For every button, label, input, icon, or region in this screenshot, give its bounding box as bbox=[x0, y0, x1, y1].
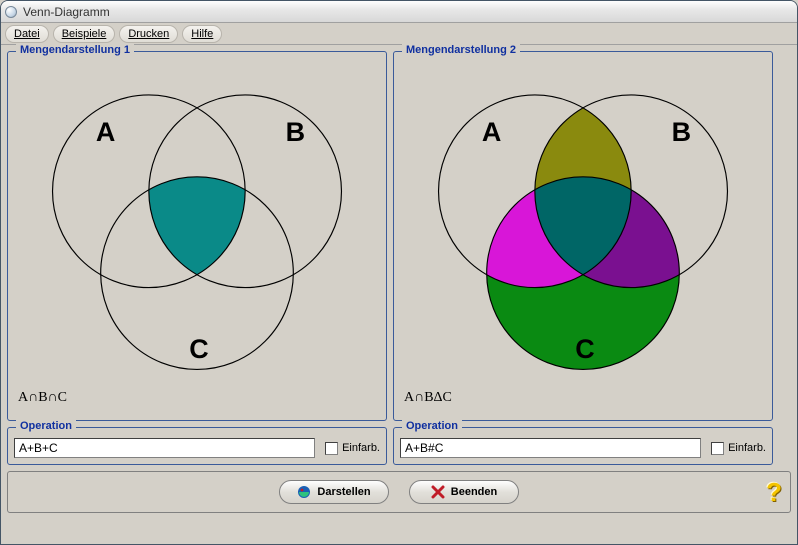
monochrome-option-2[interactable]: Einfarb. bbox=[711, 442, 766, 455]
monochrome-checkbox-1[interactable] bbox=[325, 442, 338, 455]
monochrome-option-1[interactable]: Einfarb. bbox=[325, 442, 380, 455]
formula-1: A∩B∩C bbox=[14, 390, 380, 406]
monochrome-label-2: Einfarb. bbox=[728, 442, 766, 454]
label-b-2: B bbox=[672, 117, 691, 147]
globe-icon bbox=[297, 485, 311, 499]
operation-input-1[interactable] bbox=[14, 438, 315, 458]
venn-canvas-2: A B C bbox=[400, 60, 766, 390]
app-window: Venn-Diagramm Datei Beispiele Drucken Hi… bbox=[0, 0, 798, 545]
formula-2: A∩BΔC bbox=[400, 390, 766, 406]
close-button-label: Beenden bbox=[451, 486, 497, 498]
label-b-1: B bbox=[286, 117, 305, 147]
menubar: Datei Beispiele Drucken Hilfe bbox=[1, 23, 797, 45]
label-a-2: A bbox=[482, 117, 501, 147]
close-button[interactable]: Beenden bbox=[409, 480, 519, 504]
operation-row: Operation Einfarb. Operation Einfarb. bbox=[7, 421, 791, 465]
label-c-1: C bbox=[189, 334, 208, 364]
titlebar[interactable]: Venn-Diagramm bbox=[1, 1, 797, 23]
menu-examples[interactable]: Beispiele bbox=[53, 25, 116, 43]
venn-panel-2-title: Mengendarstellung 2 bbox=[402, 44, 520, 56]
operation-legend-1: Operation bbox=[16, 420, 76, 432]
render-button[interactable]: Darstellen bbox=[279, 480, 389, 504]
venn-canvas-1: A B C bbox=[14, 60, 380, 390]
operation-legend-2: Operation bbox=[402, 420, 462, 432]
operation-input-2[interactable] bbox=[400, 438, 701, 458]
menu-print[interactable]: Drucken bbox=[119, 25, 178, 43]
venn-panel-1: Mengendarstellung 1 bbox=[7, 51, 387, 421]
monochrome-checkbox-2[interactable] bbox=[711, 442, 724, 455]
operation-box-1: Operation Einfarb. bbox=[7, 427, 387, 465]
app-icon bbox=[5, 6, 17, 18]
help-icon[interactable]: ? bbox=[766, 477, 782, 508]
close-icon bbox=[431, 485, 445, 499]
venn-panel-2: Mengendarstellung 2 bbox=[393, 51, 773, 421]
label-a-1: A bbox=[96, 117, 115, 147]
menu-file[interactable]: Datei bbox=[5, 25, 49, 43]
window-title: Venn-Diagramm bbox=[23, 5, 110, 19]
menu-help[interactable]: Hilfe bbox=[182, 25, 222, 43]
venn-row: Mengendarstellung 1 bbox=[7, 51, 791, 421]
footer-bar: Darstellen Beenden ? bbox=[7, 471, 791, 513]
venn-panel-1-title: Mengendarstellung 1 bbox=[16, 44, 134, 56]
operation-box-2: Operation Einfarb. bbox=[393, 427, 773, 465]
label-c-2: C bbox=[575, 334, 594, 364]
render-button-label: Darstellen bbox=[317, 486, 370, 498]
monochrome-label-1: Einfarb. bbox=[342, 442, 380, 454]
content-area: Mengendarstellung 1 bbox=[1, 45, 797, 519]
